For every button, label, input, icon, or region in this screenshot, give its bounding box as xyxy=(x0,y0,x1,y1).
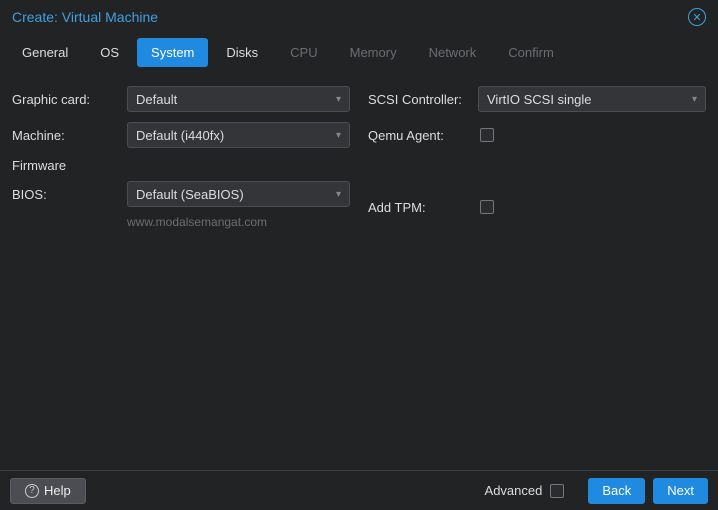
qemu-agent-checkbox[interactable] xyxy=(480,128,494,142)
chevron-down-icon: ▾ xyxy=(336,94,341,105)
scsi-controller-label: SCSI Controller: xyxy=(368,92,478,107)
machine-select[interactable]: Default (i440fx) ▾ xyxy=(127,122,350,148)
tab-network: Network xyxy=(415,38,491,67)
machine-label: Machine: xyxy=(12,128,127,143)
chevron-down-icon: ▾ xyxy=(336,189,341,200)
dialog-footer: ? Help Advanced Back Next xyxy=(0,470,718,510)
help-icon: ? xyxy=(25,484,39,498)
tab-os[interactable]: OS xyxy=(86,38,133,67)
add-tpm-checkbox[interactable] xyxy=(480,200,494,214)
chevron-down-icon: ▾ xyxy=(692,94,697,105)
tab-cpu: CPU xyxy=(276,38,331,67)
help-button[interactable]: ? Help xyxy=(10,478,86,504)
tab-system[interactable]: System xyxy=(137,38,208,67)
help-button-label: Help xyxy=(44,483,71,498)
bios-label: BIOS: xyxy=(12,187,127,202)
dialog-title: Create: Virtual Machine xyxy=(12,9,158,25)
wizard-tabs: General OS System Disks CPU Memory Netwo… xyxy=(0,32,718,68)
qemu-agent-label: Qemu Agent: xyxy=(368,128,478,143)
watermark-text: www.modalsemangat.com xyxy=(127,215,350,229)
tab-disks[interactable]: Disks xyxy=(212,38,272,67)
advanced-label: Advanced xyxy=(485,483,543,498)
close-button[interactable]: ✕ xyxy=(688,8,706,26)
bios-value: Default (SeaBIOS) xyxy=(136,187,244,202)
graphic-card-select[interactable]: Default ▾ xyxy=(127,86,350,112)
advanced-checkbox[interactable] xyxy=(550,484,564,498)
back-button[interactable]: Back xyxy=(588,478,645,504)
tab-general[interactable]: General xyxy=(8,38,82,67)
graphic-card-value: Default xyxy=(136,92,177,107)
tab-memory: Memory xyxy=(336,38,411,67)
chevron-down-icon: ▾ xyxy=(336,130,341,141)
close-icon: ✕ xyxy=(692,11,701,24)
add-tpm-label: Add TPM: xyxy=(368,200,478,215)
graphic-card-label: Graphic card: xyxy=(12,92,127,107)
machine-value: Default (i440fx) xyxy=(136,128,224,143)
tab-confirm: Confirm xyxy=(494,38,568,67)
firmware-section-label: Firmware xyxy=(12,158,350,173)
bios-select[interactable]: Default (SeaBIOS) ▾ xyxy=(127,181,350,207)
next-button[interactable]: Next xyxy=(653,478,708,504)
scsi-controller-value: VirtIO SCSI single xyxy=(487,92,592,107)
scsi-controller-select[interactable]: VirtIO SCSI single ▾ xyxy=(478,86,706,112)
